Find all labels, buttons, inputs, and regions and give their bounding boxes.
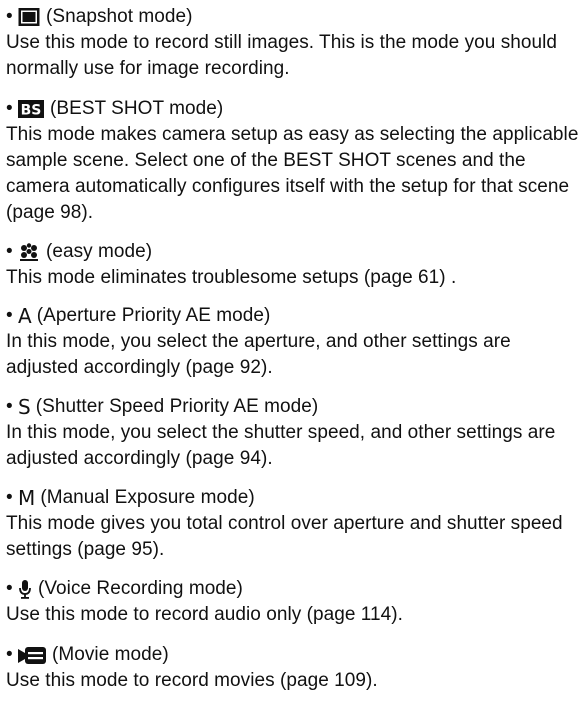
shutter-speed-priority-icon: S bbox=[18, 395, 31, 419]
easy-mode-icon bbox=[18, 242, 40, 262]
mode-label: (Movie mode) bbox=[52, 644, 169, 665]
bullet: • bbox=[6, 487, 13, 508]
mode-description: This mode makes camera setup as easy as … bbox=[6, 124, 579, 223]
mode-label: (Shutter Speed Priority AE mode) bbox=[35, 396, 319, 417]
movie-camera-icon bbox=[18, 645, 46, 665]
list-item-easy-mode: • (easy mode) This mode eliminates troub… bbox=[6, 239, 581, 291]
list-item-snapshot-mode: • (Snapshot mode) Use this mode to recor… bbox=[6, 4, 581, 82]
list-item-best-shot-mode: • BS (BEST SHOT mode) This mode makes ca… bbox=[6, 96, 581, 226]
mode-description: Use this mode to record audio only (page… bbox=[6, 604, 403, 625]
snapshot-icon bbox=[18, 7, 40, 27]
bullet: • bbox=[6, 241, 13, 262]
list-item-voice-recording-mode: • (Voice Recording mode) Use this mode t… bbox=[6, 576, 581, 628]
mode-label: (BEST SHOT mode) bbox=[50, 98, 224, 119]
mode-label: (Voice Recording mode) bbox=[38, 578, 243, 599]
mode-description: Use this mode to record movies (page 109… bbox=[6, 670, 378, 691]
bullet: • bbox=[6, 578, 13, 599]
bullet: • bbox=[6, 396, 13, 417]
mode-label: (Snapshot mode) bbox=[46, 6, 193, 27]
mode-description: This mode gives you total control over a… bbox=[6, 513, 563, 560]
bullet: • bbox=[6, 6, 13, 27]
list-item-shutter-speed-priority-mode: • S (Shutter Speed Priority AE mode) In … bbox=[6, 394, 581, 472]
mode-description: This mode eliminates troublesome setups … bbox=[6, 267, 457, 288]
mode-label: (Manual Exposure mode) bbox=[40, 487, 255, 508]
mode-label: (easy mode) bbox=[46, 241, 153, 262]
list-item-manual-exposure-mode: • M (Manual Exposure mode) This mode giv… bbox=[6, 485, 581, 563]
manual-exposure-icon: M bbox=[18, 486, 36, 510]
mode-description: In this mode, you select the aperture, a… bbox=[6, 331, 511, 378]
bullet: • bbox=[6, 644, 13, 665]
list-item-movie-mode: • (Movie mode) Use this mode to record m… bbox=[6, 642, 581, 694]
mode-description: In this mode, you select the shutter spe… bbox=[6, 422, 556, 469]
mode-description: Use this mode to record still images. Th… bbox=[6, 32, 557, 79]
svg-text:BS: BS bbox=[21, 103, 42, 119]
bullet: • bbox=[6, 305, 13, 326]
aperture-priority-icon: A bbox=[18, 304, 32, 328]
bullet: • bbox=[6, 98, 13, 119]
best-shot-icon: BS bbox=[18, 99, 44, 119]
microphone-icon bbox=[18, 579, 32, 599]
mode-label: (Aperture Priority AE mode) bbox=[36, 305, 271, 326]
list-item-aperture-priority-mode: • A (Aperture Priority AE mode) In this … bbox=[6, 303, 581, 381]
